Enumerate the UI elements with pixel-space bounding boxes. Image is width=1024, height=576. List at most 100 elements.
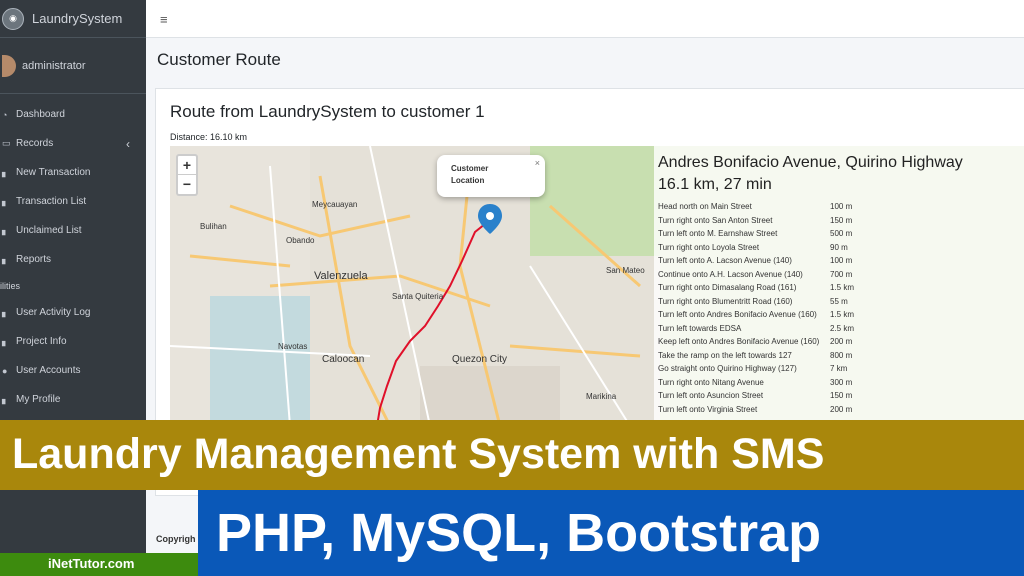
chart-icon: ▖ — [2, 167, 9, 177]
hamburger-menu-icon[interactable]: ≡ — [160, 12, 168, 27]
banner-site: iNetTutor.com — [48, 556, 135, 571]
route-step-text: Turn left onto Virginia Street — [658, 404, 758, 414]
place-marikina: Marikina — [586, 392, 617, 401]
route-step-distance: 90 m — [830, 242, 848, 252]
route-map[interactable]: Obando Valenzuela Navotas Caloocan Quezo… — [170, 146, 1024, 426]
user-name: administrator — [22, 59, 86, 72]
top-navbar: ≡ — [146, 0, 1024, 38]
sidebar-item-reports[interactable]: ▖ Reports — [0, 245, 146, 274]
sidebar-item-label: Reports — [16, 254, 52, 265]
route-step-distance: 150 m — [830, 391, 853, 400]
chart-icon: ▖ — [2, 394, 9, 404]
sidebar-item-user-activity-log[interactable]: ▖ User Activity Log — [0, 298, 146, 327]
map-urban — [420, 366, 560, 426]
route-step-distance: 700 m — [830, 269, 853, 279]
route-step-text: Continue onto A.H. Lacson Avenue (140) — [658, 269, 803, 279]
route-step[interactable]: Turn left onto Andres Bonifacio Avenue (… — [658, 308, 1024, 322]
route-step-distance: 800 m — [830, 350, 853, 360]
route-step[interactable]: Keep left onto Andres Bonifacio Avenue (… — [658, 335, 1024, 349]
brand[interactable]: ◉ LaundrySystem — [0, 0, 146, 38]
place-san-mateo: San Mateo — [606, 266, 645, 275]
place-meycauayan: Meycauayan — [312, 200, 358, 209]
route-step-distance: 200 m — [830, 337, 853, 346]
route-step[interactable]: Head north on Main Street 100 m — [658, 200, 1024, 214]
place-valenzuela: Valenzuela — [314, 270, 368, 282]
zoom-out-button[interactable]: − — [178, 175, 196, 194]
sidebar-item-label: Unclaimed List — [16, 225, 82, 236]
sidebar-item-unclaimed-list[interactable]: ▖ Unclaimed List — [0, 216, 146, 245]
route-step-text: Turn right onto Dimasalang Road (161) — [658, 283, 797, 292]
sidebar-item-my-profile[interactable]: ▖ My Profile — [0, 385, 146, 414]
distance-label: Distance: 16.10 km — [170, 132, 248, 142]
route-step[interactable]: Turn right onto Blumentritt Road (160) 55… — [658, 295, 1024, 309]
marker-dot — [486, 212, 494, 220]
sidebar-item-user-accounts[interactable]: ● User Accounts — [0, 356, 146, 385]
route-step[interactable]: Turn right onto Nitang Avenue 300 m — [658, 376, 1024, 390]
route-name: Andres Bonifacio Avenue, Quirino Highway — [658, 154, 963, 171]
sidebar-header-utilities: ilities — [0, 281, 21, 291]
map-water — [210, 296, 310, 426]
route-step[interactable]: Take the ramp on the left towards 127 800… — [658, 349, 1024, 363]
route-step[interactable]: Turn left towards EDSA 2.5 km — [658, 322, 1024, 336]
route-step-distance: 2.5 km — [830, 323, 855, 333]
route-step-text: Head north on Main Street — [658, 202, 752, 211]
route-step-distance: 7 km — [830, 364, 848, 373]
sidebar-item-label: User Activity Log — [16, 307, 91, 318]
route-step[interactable]: Turn right onto Dimasalang Road (161) 1.5… — [658, 281, 1024, 295]
route-step[interactable]: Go straight onto Quirino Highway (127) 7 … — [658, 362, 1024, 376]
sidebar-item-dashboard[interactable]: ◔ Dashboard — [0, 100, 146, 129]
sidebar-item-label: My Profile — [16, 394, 61, 405]
chevron-left-icon: ‹ — [126, 136, 130, 151]
sidebar-item-label: Dashboard — [16, 109, 65, 120]
route-step-text: Turn right onto Blumentritt Road (160) — [658, 296, 793, 306]
popup-line-1: Customer — [451, 164, 489, 173]
route-step-distance: 300 m — [830, 377, 853, 387]
avatar — [2, 54, 16, 77]
sidebar-item-label: Transaction List — [16, 196, 87, 207]
route-step-text: Turn left towards EDSA — [658, 323, 742, 333]
sidebar-item-transaction-list[interactable]: ▖ Transaction List — [0, 187, 146, 216]
route-step-text: Turn right onto San Anton Street — [658, 215, 773, 225]
route-step-text: Turn right onto Nitang Avenue — [658, 377, 764, 387]
site-banner: iNetTutor.com — [0, 553, 198, 576]
brand-logo-icon: ◉ — [2, 7, 24, 30]
route-step[interactable]: Turn left onto A. Lacson Avenue (140) 100… — [658, 254, 1024, 268]
chart-icon: ▖ — [2, 254, 9, 264]
route-step-distance: 55 m — [830, 296, 848, 306]
route-step[interactable]: Turn right onto San Anton Street 150 m — [658, 214, 1024, 228]
zoom-in-button[interactable]: + — [178, 156, 196, 175]
user-panel[interactable]: administrator — [0, 38, 146, 94]
tech-banner: PHP, MySQL, Bootstrap — [198, 490, 1024, 576]
sidebar-item-project-info[interactable]: ▖ Project Info — [0, 327, 146, 356]
route-step-distance: 1.5 km — [830, 283, 855, 292]
route-step-distance: 100 m — [830, 256, 853, 265]
place-caloocan: Caloocan — [322, 354, 365, 365]
route-step[interactable]: Turn left onto M. Earnshaw Street 500 m — [658, 227, 1024, 241]
route-step-text: Keep left onto Andres Bonifacio Avenue (… — [658, 337, 820, 346]
dashboard-icon: ◔ — [2, 109, 8, 120]
sidebar-nav: ◔ Dashboard ▭ Records ‹ ▖ New Transactio… — [0, 94, 146, 414]
route-step-distance: 200 m — [830, 404, 853, 414]
banner-tech: PHP, MySQL, Bootstrap — [216, 503, 822, 563]
place-quezon-city: Quezon City — [452, 354, 508, 365]
popup-line-2: Location — [451, 176, 485, 185]
title-banner: Laundry Management System with SMS — [0, 420, 1024, 490]
route-steps: Head north on Main Street 100 m Turn right… — [658, 200, 1024, 416]
sidebar-item-records[interactable]: ▭ Records ‹ — [0, 129, 146, 158]
app-root: ◉ LaundrySystem administrator ◔ Dashboar… — [0, 0, 1024, 576]
route-step[interactable]: Continue onto A.H. Lacson Avenue (140) 70… — [658, 268, 1024, 282]
route-instructions-panel: Andres Bonifacio Avenue, Quirino Highway… — [654, 146, 1024, 426]
chart-icon: ▖ — [2, 307, 9, 317]
route-step[interactable]: Turn left onto Virginia Street 200 m — [658, 403, 1024, 417]
close-icon[interactable]: × — [535, 157, 540, 169]
route-step-text: Turn left onto A. Lacson Avenue (140) — [658, 256, 792, 265]
route-step[interactable]: Turn right onto Loyola Street 90 m — [658, 241, 1024, 255]
route-step-text: Take the ramp on the left towards 127 — [658, 350, 792, 360]
route-step[interactable]: Turn left onto Asuncion Street 150 m — [658, 389, 1024, 403]
sidebar-item-new-transaction[interactable]: ▖ New Transaction — [0, 158, 146, 187]
sidebar-item-label: Project Info — [16, 336, 67, 347]
map-forest — [530, 146, 660, 256]
sidebar-item-label: New Transaction — [16, 167, 91, 178]
marker-popup: × Customer Location — [437, 155, 545, 197]
footer-copyright: Copyrigh — [156, 534, 196, 544]
